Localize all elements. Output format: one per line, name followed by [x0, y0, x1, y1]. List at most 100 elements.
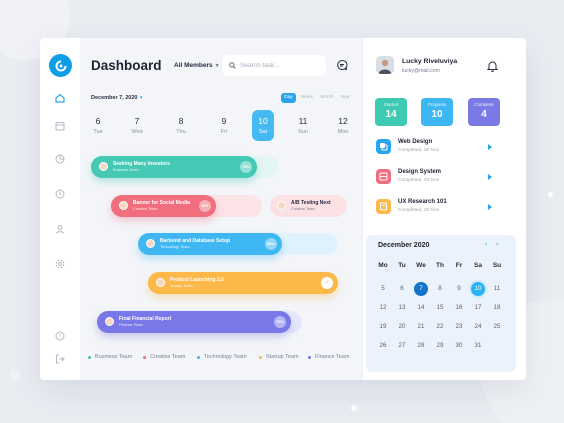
search-input[interactable]: Search task...: [222, 55, 326, 76]
tab-week[interactable]: Week: [299, 93, 315, 103]
task-bar[interactable]: Product Launching 2.0 Startup Team ✓: [148, 272, 338, 294]
calendar-day[interactable]: 13: [395, 301, 409, 315]
chat-icon[interactable]: [336, 59, 348, 71]
calendar-day[interactable]: 10: [471, 282, 485, 296]
calendar-day[interactable]: 8: [433, 282, 447, 296]
schedule-date[interactable]: December 7, 2020 ▼: [91, 95, 143, 101]
day-item[interactable]: 11 Sun: [292, 116, 314, 135]
calendar-day[interactable]: 16: [452, 301, 466, 315]
user-name: Lucky Riveluviya: [402, 58, 458, 65]
user-icon[interactable]: [54, 223, 66, 235]
tab-year[interactable]: Year: [338, 93, 352, 103]
clock-icon[interactable]: [54, 188, 66, 200]
project-name[interactable]: Design System: [398, 169, 441, 175]
check-icon[interactable]: ✓: [321, 277, 333, 289]
play-icon[interactable]: [488, 144, 492, 150]
calendar-day[interactable]: 22: [433, 320, 447, 334]
project-name[interactable]: UX Research 101: [398, 199, 447, 205]
day-name: Thu: [176, 129, 186, 135]
calendar-day[interactable]: 21: [414, 320, 428, 334]
project-date: Completed, 25 Nov: [398, 208, 440, 213]
task-team: Creative Team: [291, 207, 316, 211]
day-item[interactable]: 7 Wed: [126, 116, 148, 135]
calendar-day[interactable]: 17: [471, 301, 485, 315]
day-number: 10: [258, 116, 268, 126]
calendar-day[interactable]: 11: [490, 282, 504, 296]
day-item-active[interactable]: 10 Sat: [252, 110, 274, 141]
avatar: [156, 278, 165, 287]
schedule-date-text: December 7, 2020: [91, 95, 138, 101]
settings-icon[interactable]: [54, 258, 66, 270]
search-placeholder: Search task...: [240, 62, 280, 69]
project-name[interactable]: Web Design: [398, 139, 432, 145]
calendar-day[interactable]: 12: [376, 301, 390, 315]
chevron-left-icon[interactable]: ‹: [485, 241, 487, 248]
calendar-day[interactable]: 27: [395, 339, 409, 353]
tab-day[interactable]: Day: [281, 93, 296, 103]
chevron-down-icon: ▼: [139, 95, 144, 100]
stat-progress[interactable]: Progress 10: [421, 98, 453, 126]
legend-item: Finance Team: [315, 354, 350, 360]
calendar-day[interactable]: 7: [414, 282, 428, 296]
stat-label: Complete: [474, 102, 494, 107]
calendar-day[interactable]: 5: [376, 282, 390, 296]
avatar[interactable]: [376, 56, 394, 74]
day-number: 7: [134, 116, 140, 126]
calendar-day[interactable]: 20: [395, 320, 409, 334]
calendar-day[interactable]: 30: [452, 339, 466, 353]
day-number: 11: [298, 116, 308, 126]
calendar-weekday: Mo: [378, 262, 388, 269]
legend-item: Creative Team: [150, 354, 186, 360]
task-title: Banner for Social Media: [133, 200, 190, 206]
avatar: [105, 317, 114, 326]
calendar-day[interactable]: 6: [395, 282, 409, 296]
avatar: [99, 162, 108, 171]
task-bar[interactable]: Banner for Social Media Creative Team 50…: [111, 195, 216, 217]
project-date: Completed, 23 Nov: [398, 178, 440, 183]
stat-started[interactable]: Started 14: [375, 98, 407, 126]
day-item[interactable]: 8 Thu: [170, 116, 192, 135]
task-bar[interactable]: Seeking Many Investors Business Team 75%: [91, 156, 257, 178]
calendar-day[interactable]: 28: [414, 339, 428, 353]
legend-dot: [259, 356, 262, 359]
day-item[interactable]: 12 Mon: [332, 116, 354, 135]
calendar-day[interactable]: 15: [433, 301, 447, 315]
book-icon: [376, 199, 391, 214]
task-team: Technology Team: [160, 245, 190, 249]
divider: [362, 38, 363, 380]
user-photo-icon: [376, 56, 394, 74]
calendar-day[interactable]: 23: [452, 320, 466, 334]
page-title: Dashboard: [91, 58, 162, 73]
task-bar[interactable]: Final Financial Report Finance Team 70%: [97, 311, 291, 333]
task-team: Creative Team: [133, 207, 158, 211]
home-icon[interactable]: [54, 92, 66, 104]
members-filter[interactable]: All Members ▼: [174, 62, 220, 69]
calendar-day[interactable]: 25: [490, 320, 504, 334]
logo[interactable]: [49, 54, 72, 77]
task-team: Business Team: [113, 168, 139, 172]
task-team: Finance Team: [119, 323, 143, 327]
calendar-day[interactable]: 18: [490, 301, 504, 315]
calendar-day[interactable]: 24: [471, 320, 485, 334]
calendar-icon[interactable]: [54, 120, 66, 132]
task-bar[interactable]: A/B Testing Next Creative Team: [270, 195, 347, 217]
play-icon[interactable]: [488, 174, 492, 180]
play-icon[interactable]: [488, 204, 492, 210]
stat-complete[interactable]: Complete 4: [468, 98, 500, 126]
tab-month[interactable]: Month: [318, 93, 336, 103]
day-item[interactable]: 6 Tue: [87, 116, 109, 135]
calendar-day[interactable]: 9: [452, 282, 466, 296]
logout-icon[interactable]: [54, 353, 66, 365]
calendar-day[interactable]: 14: [414, 301, 428, 315]
calendar-day[interactable]: 31: [471, 339, 485, 353]
bell-icon[interactable]: [487, 60, 498, 72]
calendar-day[interactable]: 26: [376, 339, 390, 353]
calendar-day[interactable]: 29: [433, 339, 447, 353]
help-icon[interactable]: ?: [54, 330, 66, 342]
pie-chart-icon[interactable]: [54, 153, 66, 165]
day-item[interactable]: 9 Fri: [213, 116, 235, 135]
task-bar[interactable]: Backend and Database Setup Technology Te…: [138, 233, 282, 255]
calendar-day[interactable]: 19: [376, 320, 390, 334]
chevron-right-icon[interactable]: ›: [496, 241, 498, 248]
task-progress: 75%: [240, 161, 252, 173]
